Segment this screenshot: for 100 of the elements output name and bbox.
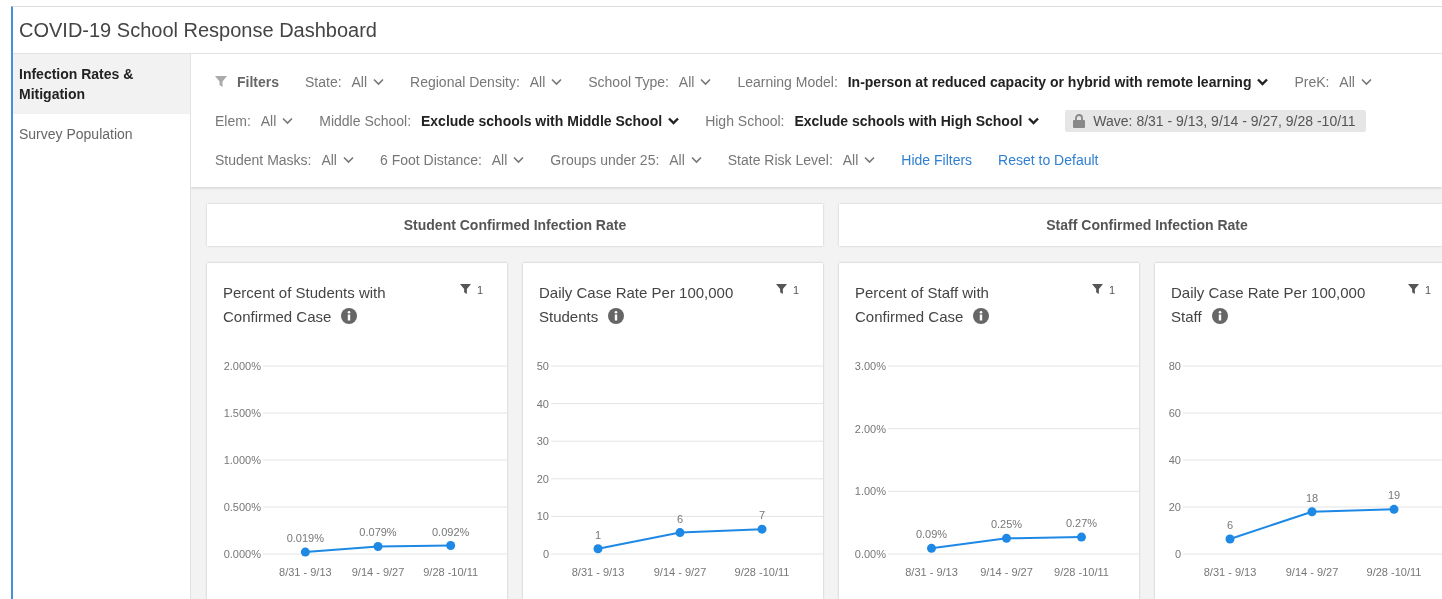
axis-tick-label: 9/28 -10/11	[423, 566, 479, 578]
value-label: 6	[676, 512, 684, 525]
chevron-down-icon	[690, 155, 702, 164]
filter-count: 1	[1424, 284, 1431, 296]
info-icon[interactable]	[608, 308, 625, 324]
chevron-down-icon	[342, 155, 354, 164]
filter-count: 1	[1108, 284, 1115, 296]
filter-icon	[215, 75, 227, 88]
filters-heading: Filters	[237, 73, 279, 90]
axis-tick-label: 0.000%	[223, 548, 261, 560]
info-icon[interactable]	[341, 308, 358, 324]
filter-icon	[775, 284, 787, 295]
filter-link[interactable]: Reset to Default	[998, 151, 1099, 168]
axis-tick-label: 8/31 - 9/13	[1203, 566, 1257, 578]
value-label: 18	[1305, 491, 1319, 504]
data-point[interactable]	[1002, 533, 1011, 543]
axis-tick-label: 9/14 - 9/27	[351, 566, 405, 578]
axis-tick-label: 1.500%	[223, 407, 261, 419]
axis-tick-label: 9/28 -10/11	[734, 566, 790, 578]
axis-tick-label: 2.000%	[223, 360, 261, 372]
value-label: 0.079%	[359, 526, 397, 539]
filter-dropdown[interactable]: Elem: All	[215, 112, 294, 129]
axis-tick-label: 0	[1174, 548, 1181, 560]
axis-tick-label: 8/31 - 9/13	[279, 566, 332, 578]
lock-icon	[1073, 113, 1086, 128]
section-header: Staff Confirmed Infection Rate	[839, 204, 1442, 246]
chevron-down-icon	[282, 116, 294, 125]
card-title: Percent of Staff with Confirmed Case	[855, 283, 991, 327]
chevron-down-icon	[700, 77, 712, 86]
chevron-down-icon	[513, 155, 525, 164]
chevron-down-icon	[551, 77, 563, 86]
value-label: 0.25%	[990, 518, 1023, 531]
chevron-down-icon	[1028, 116, 1040, 125]
axis-tick-label: 3.00%	[854, 360, 886, 372]
axis-tick-label: 40	[536, 397, 549, 410]
value-label: 1	[594, 528, 602, 541]
filter-dropdown[interactable]: Student Masks: All	[215, 151, 354, 168]
axis-tick-label: 10	[536, 510, 549, 523]
value-label: 0.019%	[286, 532, 324, 545]
filter-icon	[459, 284, 471, 295]
axis-tick-label: 40	[1168, 454, 1181, 466]
sidebar-item[interactable]: Survey Population	[13, 114, 190, 154]
filter-dropdown[interactable]: PreK: All	[1294, 73, 1372, 90]
info-icon[interactable]	[1211, 308, 1228, 324]
filter-dropdown[interactable]: Middle School: Exclude schools with Middle School	[319, 112, 680, 129]
data-point[interactable]	[1225, 534, 1235, 544]
axis-tick-label: 9/14 - 9/27	[653, 566, 707, 578]
filter-link[interactable]: Hide Filters	[901, 151, 973, 168]
axis-tick-label: 9/14 - 9/27	[1285, 566, 1339, 578]
section-header: Student Confirmed Infection Rate	[207, 204, 823, 246]
chevron-down-icon	[1257, 77, 1269, 86]
data-point[interactable]	[675, 528, 685, 538]
data-point[interactable]	[373, 542, 383, 551]
locked-filter-text: Wave: 8/31 - 9/13, 9/14 - 9/27, 9/28 -10/11	[1093, 112, 1356, 129]
axis-tick-label: 9/14 - 9/27	[980, 566, 1033, 578]
chevron-down-icon	[1360, 77, 1372, 86]
filter-dropdown[interactable]: High School: Exclude schools with High School	[705, 112, 1040, 129]
data-point[interactable]	[593, 544, 603, 554]
card-title: Daily Case Rate Per 100,000 Staff	[1171, 283, 1367, 327]
filter-dropdown[interactable]: Groups under 25: All	[550, 151, 702, 168]
axis-tick-label: 1.000%	[223, 454, 261, 466]
axis-tick-label: 9/28 -10/11	[1054, 566, 1109, 578]
data-point[interactable]	[1389, 504, 1399, 514]
data-point[interactable]	[757, 524, 767, 534]
axis-tick-label: 50	[536, 360, 549, 372]
value-label: 0.09%	[915, 528, 948, 541]
value-label: 0.092%	[432, 525, 470, 538]
card-title: Daily Case Rate Per 100,000 Students	[539, 283, 735, 327]
filter-dropdown[interactable]: Regional Density: All	[410, 73, 563, 90]
axis-tick-label: 0.500%	[223, 501, 261, 513]
filter-dropdown[interactable]: School Type: All	[588, 73, 712, 90]
data-point[interactable]	[446, 541, 456, 551]
data-point[interactable]	[300, 547, 310, 557]
data-point[interactable]	[1077, 532, 1086, 542]
data-point[interactable]	[927, 543, 936, 553]
filter-dropdown[interactable]: State Risk Level: All	[727, 151, 876, 168]
axis-tick-label: 20	[1168, 501, 1181, 513]
axis-tick-label: 20	[536, 472, 549, 485]
filter-icon	[1407, 284, 1419, 295]
axis-tick-label: 0	[542, 548, 549, 560]
axis-tick-label: 1.00%	[854, 485, 886, 498]
value-label: 7	[758, 509, 766, 522]
axis-tick-label: 2.00%	[854, 422, 886, 435]
data-point[interactable]	[1307, 507, 1317, 517]
chevron-down-icon	[373, 77, 385, 86]
axis-tick-label: 8/31 - 9/13	[905, 566, 958, 578]
filter-count: 1	[476, 284, 483, 296]
chevron-down-icon	[668, 116, 680, 125]
chevron-down-icon	[864, 155, 876, 164]
axis-tick-label: 0.00%	[854, 548, 886, 560]
sidebar-item[interactable]: Infection Rates & Mitigation	[13, 54, 190, 114]
value-label: 0.27%	[1065, 517, 1098, 530]
value-label: 19	[1387, 489, 1401, 502]
card-title: Percent of Students with Confirmed Case	[223, 283, 387, 327]
axis-tick-label: 80	[1168, 360, 1181, 372]
filter-dropdown[interactable]: State: All	[305, 73, 385, 90]
value-label: 6	[1226, 518, 1234, 531]
info-icon[interactable]	[973, 308, 990, 324]
filter-dropdown[interactable]: 6 Foot Distance: All	[379, 151, 525, 168]
filter-dropdown[interactable]: Learning Model: In-person at reduced capacity or hybrid with remote learning	[737, 73, 1269, 90]
